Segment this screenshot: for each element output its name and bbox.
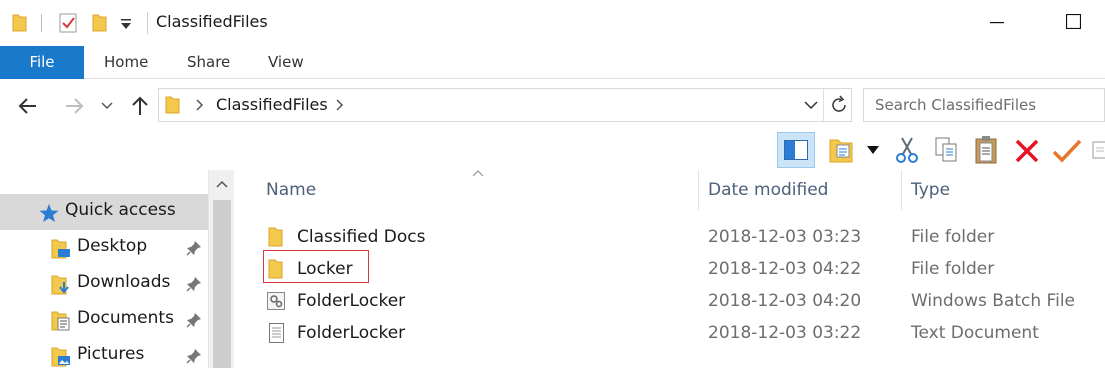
- cut-icon[interactable]: [894, 136, 920, 164]
- file-date: 2018-12-03 04:20: [708, 291, 862, 311]
- sidebar-item-label: Documents: [77, 308, 174, 328]
- table-row[interactable]: Locker 2018-12-03 04:22 File folder: [234, 253, 1105, 285]
- column-header-date[interactable]: Date modified: [708, 180, 828, 200]
- forward-arrow-icon[interactable]: [62, 94, 86, 118]
- sidebar-item-pictures[interactable]: Pictures: [0, 338, 208, 374]
- table-row[interactable]: Classified Docs 2018-12-03 03:23 File fo…: [234, 221, 1105, 253]
- title-bar: ClassifiedFiles: [0, 0, 1105, 46]
- address-separator: [823, 89, 824, 121]
- delete-icon[interactable]: [1014, 138, 1040, 164]
- breadcrumb-chevron-icon[interactable]: [335, 99, 345, 111]
- file-list: Name Date modified Type Classified Docs …: [234, 170, 1105, 368]
- folder-icon: [12, 14, 27, 32]
- recent-locations-chevron-icon[interactable]: [100, 100, 114, 112]
- tab-file[interactable]: File: [0, 46, 84, 79]
- quick-toolbar: [0, 130, 1105, 170]
- search-placeholder: Search ClassifiedFiles: [875, 96, 1037, 114]
- rename-icon[interactable]: [1091, 140, 1105, 160]
- ribbon-tabs: File Home Share View: [0, 46, 1105, 79]
- file-date: 2018-12-03 03:22: [708, 323, 862, 343]
- file-type: Text Document: [911, 323, 1039, 343]
- sidebar-item-downloads[interactable]: Downloads: [0, 266, 208, 302]
- window-title: ClassifiedFiles: [156, 12, 268, 31]
- sidebar-item-label: Quick access: [65, 200, 176, 220]
- downloads-folder-icon: [51, 275, 69, 295]
- file-name: Locker: [297, 259, 353, 279]
- navigation-pane: Quick access Desktop Downloads Documents: [0, 170, 234, 368]
- folder-icon: [268, 259, 283, 279]
- address-dropdown-icon[interactable]: [804, 100, 818, 110]
- column-header-type[interactable]: Type: [911, 180, 950, 200]
- sidebar-item-label: Desktop: [77, 236, 148, 256]
- address-bar[interactable]: ClassifiedFiles: [158, 88, 852, 122]
- file-name: FolderLocker: [297, 291, 406, 311]
- pin-icon[interactable]: [186, 240, 202, 256]
- breadcrumb-item[interactable]: ClassifiedFiles: [216, 95, 328, 114]
- file-date: 2018-12-03 04:22: [708, 259, 862, 279]
- sidebar-item-quick-access[interactable]: Quick access: [0, 194, 208, 230]
- quick-access-separator: [41, 14, 42, 32]
- pictures-folder-icon: [51, 347, 70, 367]
- checkmark-icon[interactable]: [1052, 138, 1082, 164]
- up-arrow-icon[interactable]: [128, 94, 152, 118]
- sidebar-item-documents[interactable]: Documents: [0, 302, 208, 338]
- file-date: 2018-12-03 03:23: [708, 227, 862, 247]
- text-file-icon: [269, 323, 284, 343]
- search-input[interactable]: Search ClassifiedFiles: [863, 88, 1105, 122]
- minimize-icon[interactable]: [990, 22, 1004, 24]
- pin-icon[interactable]: [186, 348, 202, 364]
- table-row[interactable]: FolderLocker 2018-12-03 03:22 Text Docum…: [234, 317, 1105, 349]
- properties-folder-icon[interactable]: [828, 136, 854, 164]
- tab-share[interactable]: Share: [187, 46, 230, 79]
- star-icon: [39, 204, 59, 222]
- preview-pane-icon: [784, 140, 808, 160]
- file-type: File folder: [911, 227, 995, 247]
- preview-pane-button[interactable]: [777, 132, 815, 168]
- desktop-folder-icon: [51, 239, 70, 259]
- pin-icon[interactable]: [186, 276, 202, 292]
- properties-icon[interactable]: [58, 12, 78, 34]
- sidebar-item-label: Pictures: [77, 344, 145, 364]
- batch-file-icon: [267, 292, 285, 310]
- customize-quick-access-icon[interactable]: [120, 18, 132, 30]
- sidebar-item-label: Downloads: [77, 272, 171, 292]
- documents-folder-icon: [51, 311, 70, 331]
- sort-ascending-icon: [472, 170, 484, 177]
- pin-icon[interactable]: [186, 312, 202, 328]
- dropdown-arrow-icon[interactable]: [867, 146, 879, 154]
- column-separator[interactable]: [901, 170, 902, 210]
- file-name: FolderLocker: [297, 323, 406, 343]
- column-separator[interactable]: [698, 170, 699, 210]
- folder-icon: [268, 227, 283, 247]
- file-name: Classified Docs: [297, 227, 426, 247]
- table-row[interactable]: FolderLocker 2018-12-03 04:20 Windows Ba…: [234, 285, 1105, 317]
- copy-icon[interactable]: [933, 136, 959, 164]
- scrollbar-thumb[interactable]: [213, 200, 231, 368]
- file-type: Windows Batch File: [911, 291, 1076, 311]
- tab-home[interactable]: Home: [104, 46, 148, 79]
- file-type: File folder: [911, 259, 995, 279]
- back-arrow-icon[interactable]: [16, 94, 40, 118]
- folder-icon: [165, 96, 180, 114]
- navigation-scrollbar[interactable]: [208, 170, 234, 368]
- new-folder-icon[interactable]: [92, 13, 107, 32]
- tab-view[interactable]: View: [268, 46, 304, 79]
- paste-icon[interactable]: [973, 135, 999, 165]
- sidebar-item-desktop[interactable]: Desktop: [0, 230, 208, 266]
- breadcrumb-chevron-icon[interactable]: [195, 99, 205, 111]
- maximize-icon[interactable]: [1066, 14, 1081, 29]
- scroll-up-icon[interactable]: [216, 180, 228, 188]
- column-header-name[interactable]: Name: [266, 180, 316, 200]
- title-separator: [147, 12, 148, 34]
- refresh-icon[interactable]: [829, 95, 849, 115]
